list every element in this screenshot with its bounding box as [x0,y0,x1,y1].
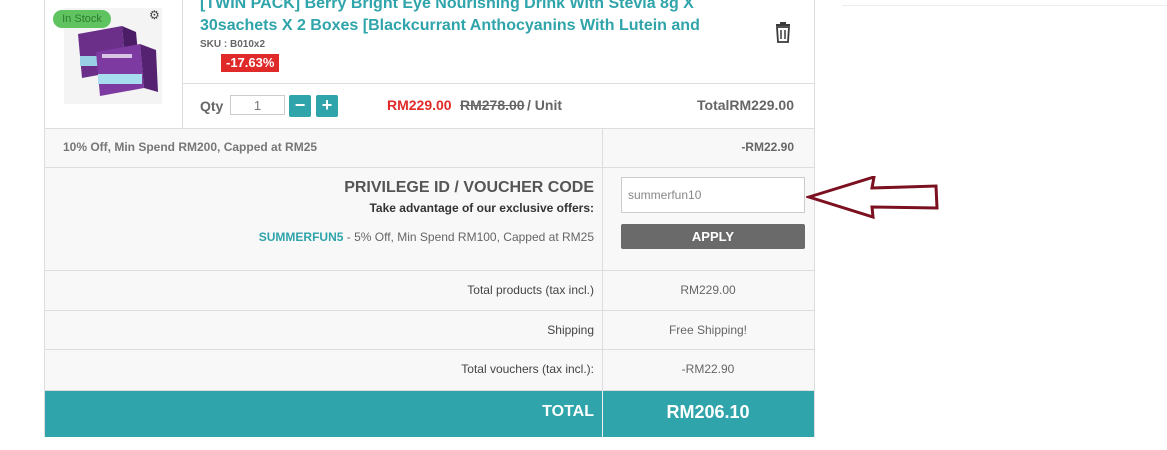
voucher-row: PRIVILEGE ID / VOUCHER CODE Take advanta… [45,167,814,270]
summary-value: RM229.00 [680,283,736,297]
summary-label-cell: Total vouchers (tax incl.): [45,350,603,390]
summary-label-cell: Shipping [45,311,603,350]
summary-row-products: Total products (tax incl.) RM229.00 [45,270,814,310]
qty-label: Qty [200,98,224,114]
gear-icon[interactable]: ⚙ [149,8,160,22]
voucher-offer: SUMMERFUN5 - 5% Off, Min Spend RM100, Ca… [259,230,594,244]
right-panel-edge [842,0,1167,6]
summary-value: -RM22.90 [681,362,735,376]
unit-price-current: RM229.00 [387,97,452,113]
grand-total-row: TOTAL RM206.10 [45,390,814,437]
applied-discount-label-cell: 10% Off, Min Spend RM200, Capped at RM25 [45,129,603,167]
product-image-cell: In Stock ⚙ [45,0,183,128]
applied-discount-row: 10% Off, Min Spend RM200, Capped at RM25… [45,128,814,167]
summary-label: Shipping [547,323,594,337]
cart-table: In Stock ⚙ [TWIN PACK] Berry Bright Eye … [44,0,815,437]
trash-icon[interactable] [772,21,794,43]
voucher-offer-code-link[interactable]: SUMMERFUN5 [259,230,344,244]
product-sku: SKU : B010x2 [200,39,266,50]
voucher-offer-description: - 5% Off, Min Spend RM100, Capped at RM2… [343,230,594,244]
apply-voucher-button[interactable]: APPLY [621,224,805,249]
quantity-row: Qty 1 − + RM229.00 RM278.00 / Unit Total… [182,83,814,129]
voucher-section-title: PRIVILEGE ID / VOUCHER CODE [344,179,594,196]
applied-discount-amount: -RM22.90 [741,140,794,154]
line-total: TotalRM229.00 [697,97,794,113]
increase-quantity-button[interactable]: + [316,95,338,117]
voucher-info-cell: PRIVILEGE ID / VOUCHER CODE Take advanta… [45,168,603,270]
summary-row-vouchers: Total vouchers (tax incl.): -RM22.90 [45,349,814,390]
grand-total-label: TOTAL [542,403,594,420]
quantity-input[interactable]: 1 [230,95,285,115]
voucher-code-input[interactable]: summerfun10 [621,177,805,213]
summary-row-shipping: Shipping Free Shipping! [45,310,814,350]
annotation-arrow-icon [806,176,939,220]
summary-label: Total products (tax incl.) [467,283,594,297]
applied-discount-text: 10% Off, Min Spend RM200, Capped at RM25 [63,140,318,154]
decrease-quantity-button[interactable]: − [289,95,311,117]
voucher-subtitle: Take advantage of our exclusive offers: [369,201,594,215]
grand-total-label-cell: TOTAL [45,391,603,437]
unit-price-original: RM278.00 [460,97,525,113]
summary-label-cell: Total products (tax incl.) [45,271,603,310]
product-title-link[interactable]: [TWIN PACK] Berry Bright Eye Nourishing … [200,0,740,37]
in-stock-badge: In Stock [53,10,111,28]
summary-label: Total vouchers (tax incl.): [461,362,594,376]
summary-value: Free Shipping! [668,323,748,337]
per-unit-label: / Unit [527,97,562,113]
grand-total-value: RM206.10 [666,402,750,422]
discount-percent-badge: -17.63% [221,54,280,72]
